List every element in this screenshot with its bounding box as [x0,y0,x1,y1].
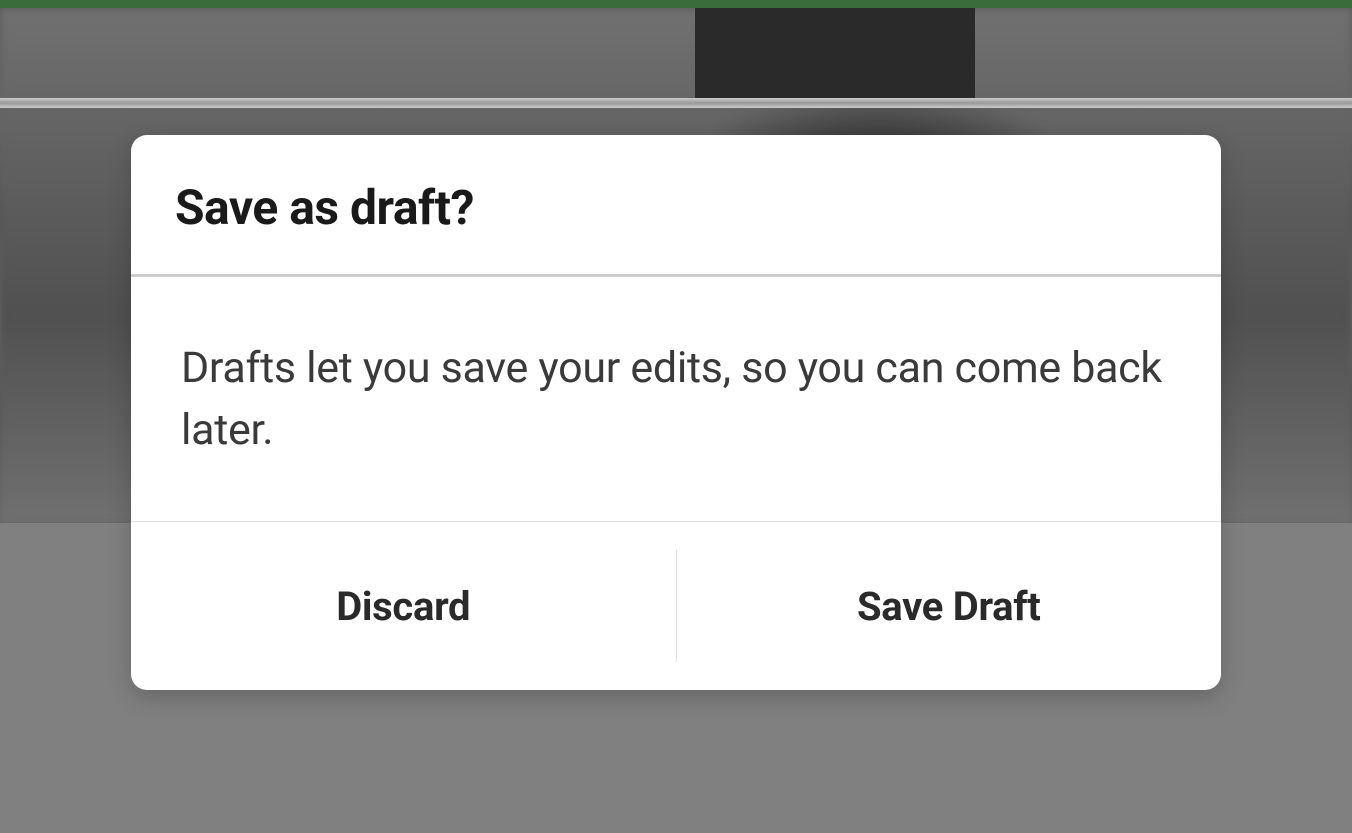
dialog-message: Drafts let you save your edits, so you c… [181,337,1171,462]
dialog-header: Save as draft? [131,135,1221,277]
dialog-body: Drafts let you save your edits, so you c… [131,277,1221,523]
save-draft-button[interactable]: Save Draft [677,522,1222,690]
dialog-title: Save as draft? [175,179,1177,236]
modal-overlay: Save as draft? Drafts let you save your … [0,0,1352,833]
save-draft-dialog: Save as draft? Drafts let you save your … [131,135,1221,691]
discard-button[interactable]: Discard [131,522,676,690]
dialog-actions: Discard Save Draft [131,522,1221,690]
